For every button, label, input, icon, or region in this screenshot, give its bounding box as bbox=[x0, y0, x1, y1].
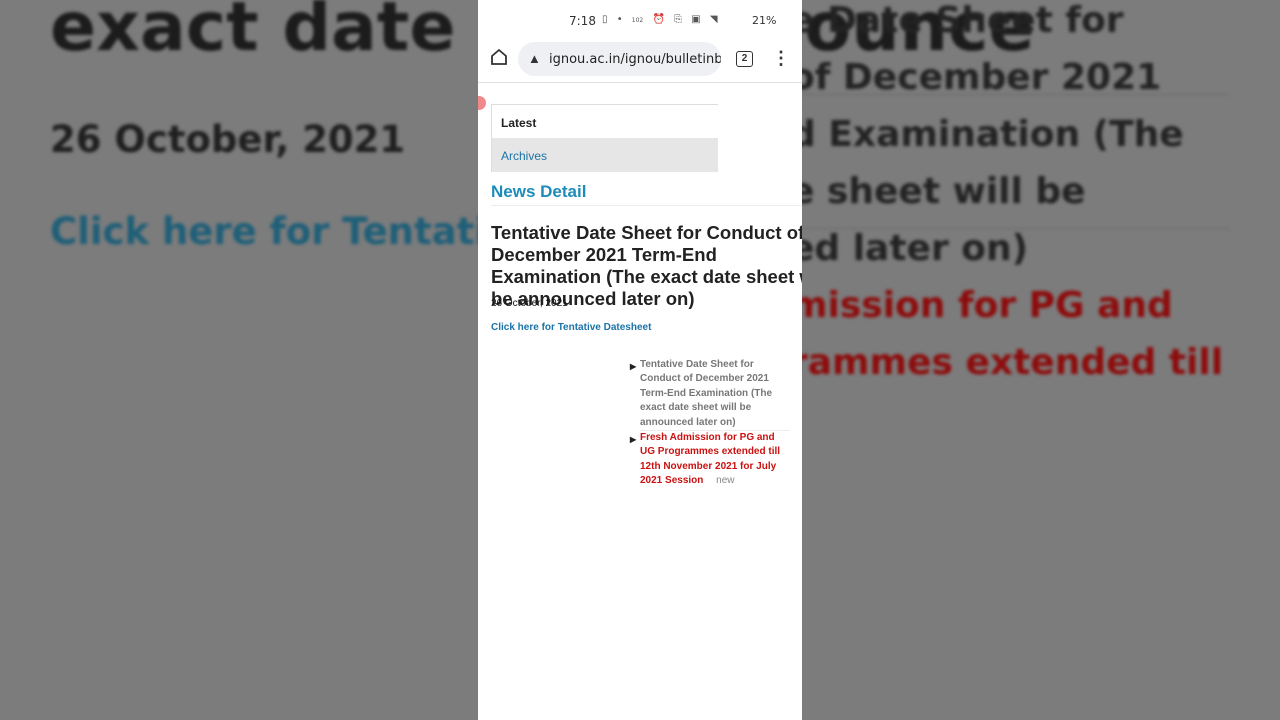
cast-icon: ⎘ bbox=[674, 14, 683, 25]
tab-archives[interactable]: Archives bbox=[491, 138, 718, 172]
caret-right-icon: ▶ bbox=[630, 435, 637, 445]
phone-screen: 7:18 ▯ • 102 ⏰ ⎘ ▣ ◥ 21% ▲ ignou.ac.in/i… bbox=[478, 0, 802, 720]
speed-icon: 102 bbox=[631, 17, 644, 24]
news-tabs: Latest Archives bbox=[491, 104, 718, 172]
side-news-item[interactable]: ▶ Fresh Admission for PG and UG Programm… bbox=[630, 431, 790, 489]
bg-side-line: e sheet will be bbox=[790, 171, 1086, 212]
bg-divider bbox=[800, 94, 1230, 95]
home-icon bbox=[491, 48, 507, 65]
bg-link: Click here for Tentative bbox=[50, 210, 537, 253]
more-menu-icon[interactable]: ⋮ bbox=[772, 48, 790, 70]
wifi-icon: ◥ bbox=[709, 14, 718, 25]
home-button[interactable] bbox=[488, 48, 510, 70]
article-title: Tentative Date Sheet for Conduct of Dece… bbox=[491, 222, 802, 309]
scroll-indicator bbox=[478, 96, 486, 110]
side-news-label[interactable]: Tentative Date Sheet for Conduct of Dece… bbox=[640, 359, 772, 428]
toolbar-divider bbox=[478, 82, 802, 83]
url-text[interactable]: ignou.ac.in/ignou/bulletinbo bbox=[549, 52, 721, 67]
tab-switcher-button[interactable]: 2 bbox=[736, 51, 753, 67]
dot-icon: • bbox=[616, 14, 623, 25]
caret-right-icon: ▶ bbox=[630, 362, 637, 371]
bg-side-line: ed later on) bbox=[790, 228, 1029, 269]
warning-icon[interactable]: ▲ bbox=[528, 51, 541, 66]
side-news-label[interactable]: Fresh Admission for PG and UG Programmes… bbox=[640, 432, 780, 486]
battery-level: 21% bbox=[752, 14, 777, 27]
bg-side-line: e Date Sheet for bbox=[790, 0, 1124, 41]
datesheet-link[interactable]: Click here for Tentative Datesheet bbox=[491, 322, 651, 333]
bg-date: 26 October, 2021 bbox=[50, 118, 406, 161]
side-news-item[interactable]: ▶ Tentative Date Sheet for Conduct of De… bbox=[630, 358, 790, 430]
bg-side-line-red: rammes extended till bbox=[790, 342, 1224, 383]
bg-side-line: of December 2021 bbox=[790, 57, 1162, 98]
section-divider bbox=[491, 205, 802, 206]
bg-side-line: d Examination (The bbox=[790, 114, 1184, 155]
side-news-list: ▶ Tentative Date Sheet for Conduct of De… bbox=[630, 358, 790, 489]
status-icons: ▯ • 102 ⏰ ⎘ ▣ ◥ bbox=[602, 14, 724, 25]
section-title: News Detail bbox=[491, 182, 587, 201]
tab-latest[interactable]: Latest bbox=[491, 104, 718, 138]
new-badge: new bbox=[716, 475, 735, 487]
alarm-icon: ⏰ bbox=[652, 14, 665, 25]
bg-side-line-red: mission for PG and bbox=[790, 285, 1173, 326]
article-date: 26 October, 2021 bbox=[491, 298, 568, 309]
status-bar: 7:18 ▯ • 102 ⏰ ⎘ ▣ ◥ 21% bbox=[478, 0, 802, 40]
browser-toolbar: ▲ ignou.ac.in/ignou/bulletinbo 2 ⋮ bbox=[478, 40, 802, 82]
address-bar[interactable]: ▲ ignou.ac.in/ignou/bulletinbo bbox=[518, 42, 721, 76]
sim-icon: ▯ bbox=[602, 14, 608, 25]
clock: 7:18 bbox=[569, 14, 596, 28]
volte-icon: ▣ bbox=[691, 14, 701, 25]
